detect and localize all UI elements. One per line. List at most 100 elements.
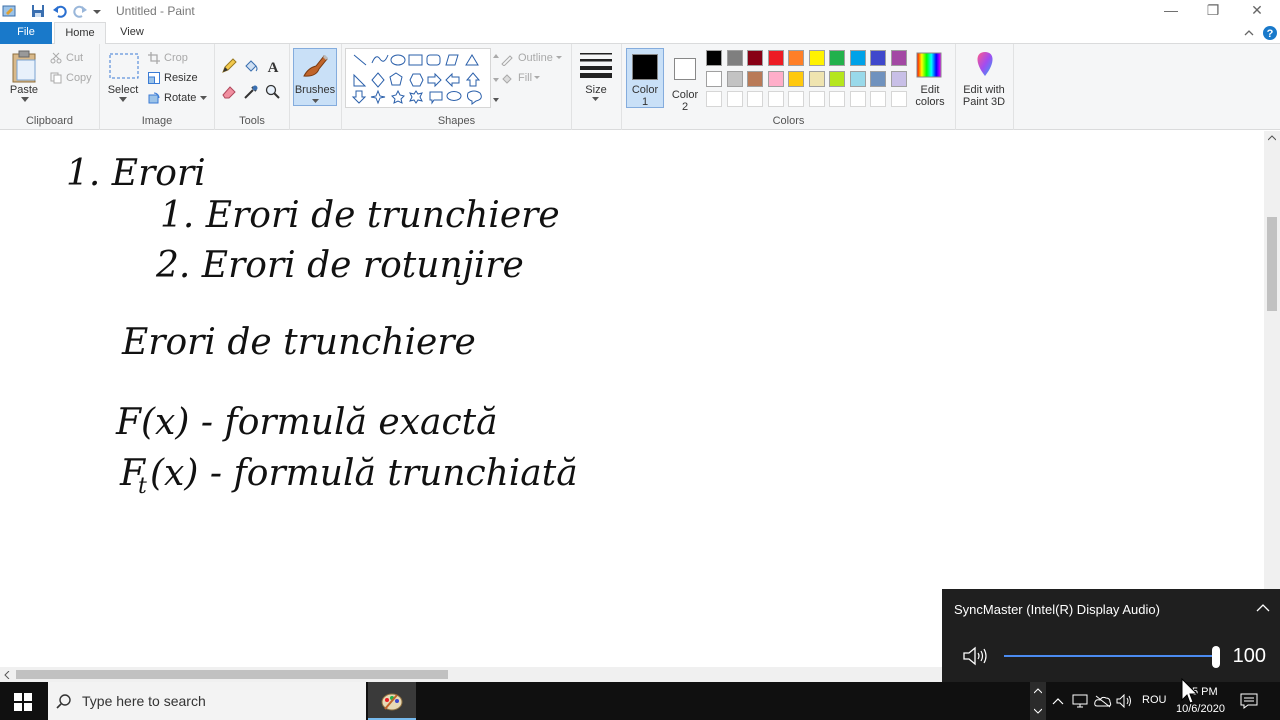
palette-color-swatch[interactable] [849,50,866,66]
scroll-left-icon[interactable] [4,671,10,679]
vertical-scroll-thumb[interactable] [1267,217,1277,311]
custom-color-slot[interactable] [726,91,743,107]
palette-color-swatch[interactable] [706,70,722,87]
paint3d-icon[interactable] [972,50,998,80]
palette-color-swatch[interactable] [829,50,845,66]
cut-button[interactable]: Cut [66,52,83,64]
copy-button[interactable]: Copy [66,72,92,84]
size-icon[interactable] [580,52,612,78]
taskbar-paint-app[interactable] [368,682,416,720]
palette-color-swatch[interactable] [870,70,886,87]
fill-button[interactable]: Fill [518,72,532,84]
outline-icon[interactable] [500,52,514,66]
select-icon[interactable] [108,52,140,80]
palette-color-swatch[interactable] [788,50,804,66]
palette-color-swatch[interactable] [767,70,784,87]
resize-icon[interactable] [148,72,160,84]
edit-colors-label-1[interactable]: Edit [910,84,950,96]
input-language[interactable]: ROU [1142,694,1166,706]
fill-dropdown-icon[interactable] [534,76,540,80]
show-hidden-icons-icon[interactable] [1052,696,1064,706]
custom-color-slot[interactable] [808,91,825,107]
select-button[interactable]: Select [104,84,142,96]
custom-color-slot[interactable] [829,91,845,107]
copy-icon[interactable] [50,72,62,84]
windows-start-icon[interactable] [14,693,32,711]
color-picker-icon[interactable] [243,84,259,100]
drawing-canvas[interactable]: 1. Erori 1. Erori de trunchiere 2. Erori… [0,131,1264,667]
palette-color-swatch[interactable] [726,70,743,87]
tab-home[interactable]: Home [54,22,106,45]
shapes-gallery[interactable] [345,48,491,108]
size-button[interactable]: Size [575,84,617,96]
palette-color-swatch[interactable] [747,70,763,87]
custom-color-slot[interactable] [870,91,886,107]
crop-icon[interactable] [148,52,160,64]
scroll-up-icon[interactable] [1268,135,1276,141]
help-icon[interactable]: ? [1262,25,1278,41]
magnifier-icon[interactable] [265,84,281,100]
crop-button[interactable]: Crop [164,52,188,64]
rotate-icon[interactable] [148,92,160,104]
palette-color-swatch[interactable] [726,50,743,66]
edit-colors-icon[interactable] [916,52,942,78]
collapse-ribbon-icon[interactable] [1243,27,1255,39]
audio-device-name[interactable]: SyncMaster (Intel(R) Display Audio) [954,602,1160,617]
paint3d-label-1[interactable]: Edit with [956,84,1012,96]
palette-color-swatch[interactable] [747,50,763,66]
onedrive-icon[interactable] [1094,694,1112,708]
paste-dropdown-icon[interactable] [21,97,29,103]
palette-color-swatch[interactable] [706,50,722,66]
palette-color-swatch[interactable] [767,50,784,66]
palette-color-swatch[interactable] [890,50,907,66]
undo-icon[interactable] [52,3,68,19]
custom-color-slot[interactable] [747,91,763,107]
action-center-icon[interactable] [1240,693,1258,709]
select-dropdown-icon[interactable] [119,97,127,103]
canvas-area[interactable]: 1. Erori 1. Erori de trunchiere 2. Erori… [0,131,1264,667]
custom-color-slot[interactable] [849,91,866,107]
brushes-button[interactable]: Brushes [293,48,337,106]
pencil-icon[interactable] [221,58,237,74]
vertical-scrollbar[interactable] [1264,131,1280,667]
palette-color-swatch[interactable] [849,70,866,87]
taskbar-search-box[interactable]: Type here to search [48,682,366,720]
eraser-icon[interactable] [221,84,237,100]
text-tool-icon[interactable]: A [265,58,281,74]
horizontal-scroll-thumb[interactable] [16,670,448,679]
network-icon[interactable] [1072,694,1088,708]
paste-button[interactable]: Paste [4,84,44,96]
custom-color-slot[interactable] [706,91,722,107]
rotate-dropdown-icon[interactable] [200,96,207,101]
palette-color-swatch[interactable] [788,70,804,87]
paint-app-icon[interactable] [2,3,18,19]
outline-button[interactable]: Outline [518,52,553,64]
customize-qat-icon[interactable] [92,3,108,19]
custom-color-slot[interactable] [788,91,804,107]
tab-file[interactable]: File [0,22,52,44]
redo-icon[interactable] [72,3,88,19]
fill-bucket-icon[interactable] [243,58,259,74]
rotate-button[interactable]: Rotate [164,92,196,104]
color1-button[interactable]: Color 1 [626,48,664,108]
minimize-button[interactable]: — [1148,0,1194,22]
custom-color-slot[interactable] [890,91,907,107]
color2-button[interactable]: Color 2 [668,48,702,113]
tab-view[interactable]: View [108,22,156,44]
volume-slider-thumb[interactable] [1212,646,1220,668]
shapes-scroll-icon[interactable] [493,54,499,104]
volume-tray-icon[interactable] [1116,694,1134,708]
close-button[interactable]: ✕ [1234,0,1280,22]
resize-button[interactable]: Resize [164,72,198,84]
restore-button[interactable]: ❐ [1190,0,1236,22]
palette-color-swatch[interactable] [870,50,886,66]
palette-color-swatch[interactable] [808,70,825,87]
save-icon[interactable] [30,3,46,19]
edit-colors-label-2[interactable]: colors [910,96,950,108]
palette-color-swatch[interactable] [890,70,907,87]
speaker-icon[interactable] [962,645,990,667]
palette-color-swatch[interactable] [829,70,845,87]
cut-icon[interactable] [50,52,62,64]
device-expand-icon[interactable] [1256,603,1270,613]
size-dropdown-icon[interactable] [592,97,599,102]
